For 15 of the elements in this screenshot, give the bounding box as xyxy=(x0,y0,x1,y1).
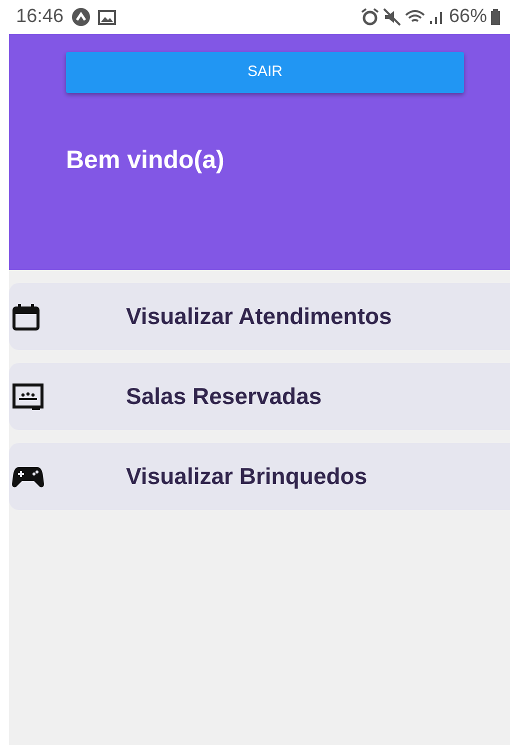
signal-icon xyxy=(428,9,445,25)
welcome-title: Bem vindo(a) xyxy=(66,145,226,175)
menu-item[interactable]: Salas Reservadas xyxy=(9,363,510,430)
menu-item[interactable]: Visualizar Brinquedos xyxy=(9,443,510,510)
image-icon xyxy=(98,10,116,24)
status-time: 16:46 xyxy=(16,4,64,29)
battery-icon xyxy=(491,9,500,25)
battery-percent: 66% xyxy=(448,4,487,29)
gamepad-icon xyxy=(12,466,44,488)
menu-item[interactable]: Visualizar Atendimentos xyxy=(9,283,510,350)
alarm-icon xyxy=(360,8,379,26)
mute-icon xyxy=(382,8,401,26)
classroom-icon xyxy=(12,382,44,410)
notification-icon xyxy=(72,8,90,26)
calendar-icon xyxy=(12,302,40,330)
